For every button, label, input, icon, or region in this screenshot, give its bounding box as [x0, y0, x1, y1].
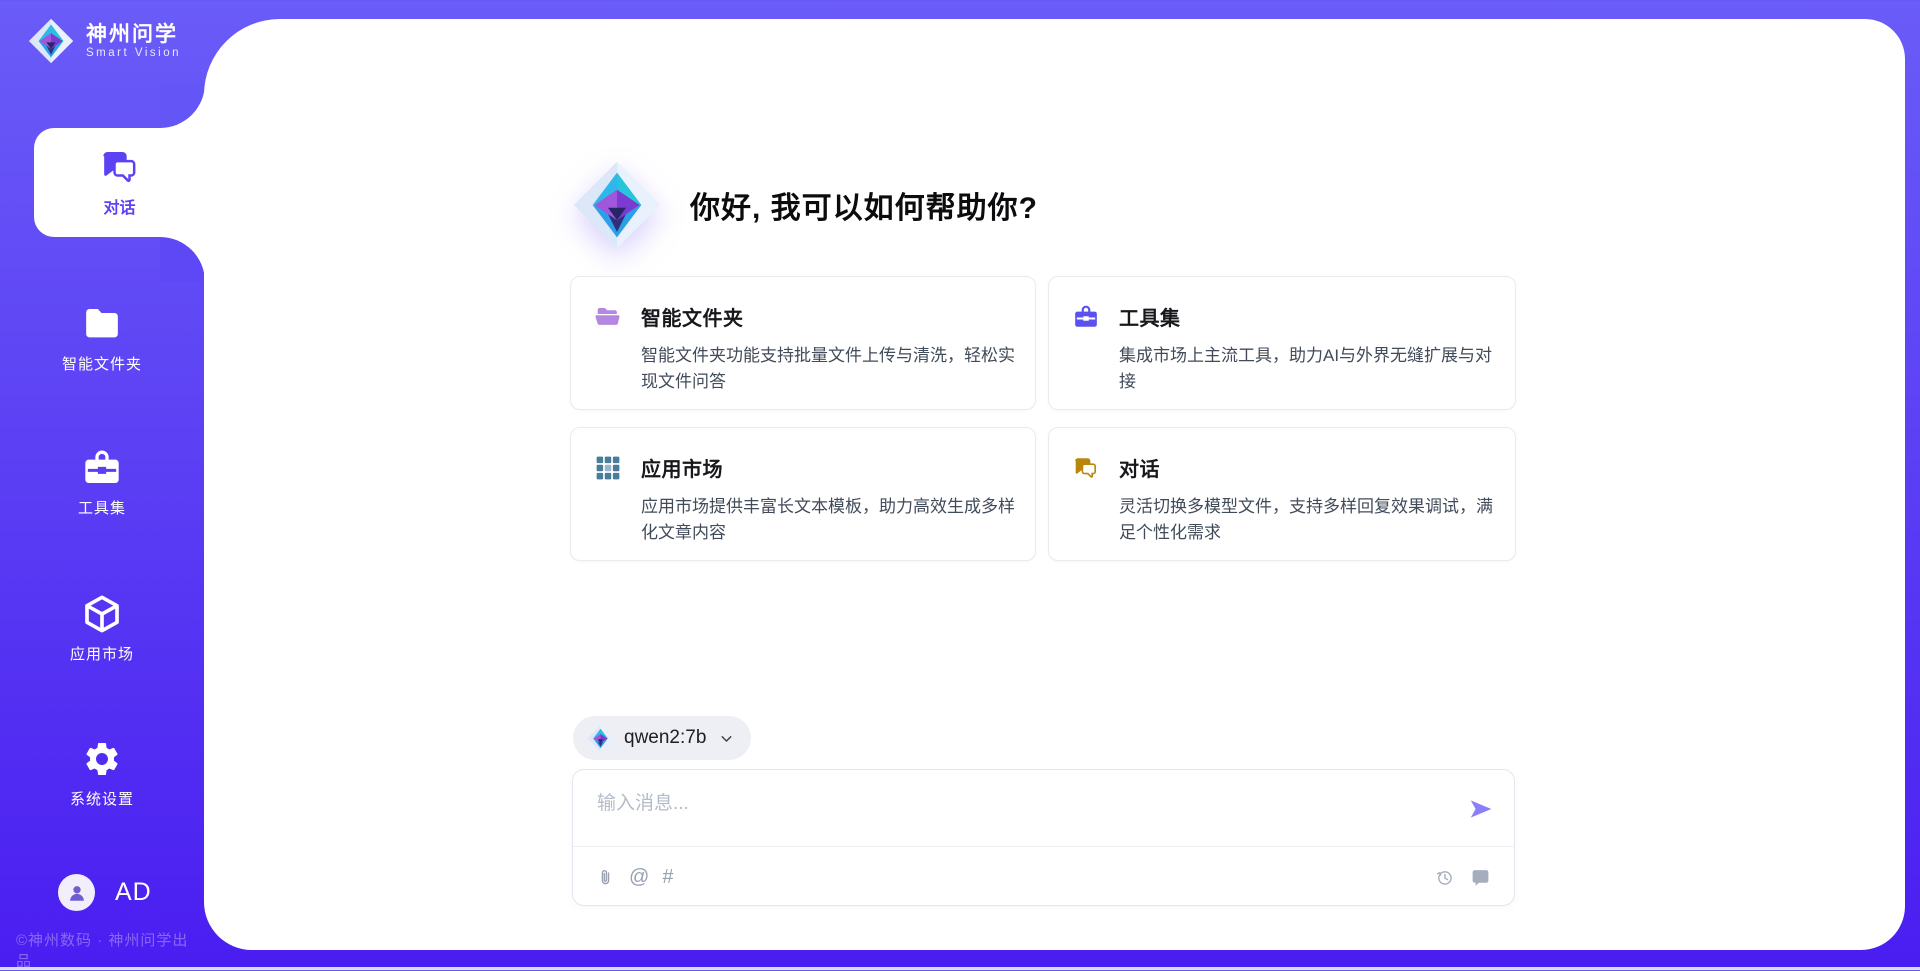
- copyright-note: ©神州数码 · 神州问学出品: [16, 929, 204, 971]
- composer-divider: [573, 846, 1514, 847]
- chevron-down-icon: [718, 730, 735, 747]
- user-initials: AD: [115, 878, 152, 907]
- card-smart-folder[interactable]: 智能文件夹 智能文件夹功能支持批量文件上传与清洗，轻松实现文件问答: [570, 276, 1036, 410]
- sidebar-item-smart-folder[interactable]: 智能文件夹: [0, 304, 204, 374]
- greeting-section: 你好, 我可以如何帮助你?: [570, 160, 1038, 250]
- hashtag-icon[interactable]: #: [662, 867, 673, 887]
- sidebar-item-chat[interactable]: 对话: [34, 128, 205, 237]
- chat-bubbles-icon: [100, 147, 140, 187]
- mention-icon[interactable]: @: [629, 867, 649, 887]
- brand-gem-logo-icon: [28, 18, 74, 64]
- card-description: 集成市场上主流工具，助力AI与外界无缝扩展与对接: [1119, 343, 1499, 396]
- message-composer: @ #: [572, 769, 1515, 906]
- avatar: [58, 874, 95, 911]
- history-icon[interactable]: [1434, 867, 1455, 888]
- toolbox-icon: [82, 448, 122, 488]
- model-selector[interactable]: qwen2:7b: [573, 716, 751, 760]
- sidebar-item-label: 系统设置: [70, 788, 134, 809]
- sidebar-item-label: 智能文件夹: [62, 353, 142, 374]
- sidebar-item-label: 工具集: [78, 497, 126, 518]
- greeting-text: 你好, 我可以如何帮助你?: [690, 183, 1038, 227]
- toolbox-icon: [1073, 304, 1099, 330]
- paperclip-icon[interactable]: [595, 867, 616, 888]
- greeting-gem-logo-icon: [570, 160, 664, 250]
- card-title: 工具集: [1119, 302, 1181, 331]
- composer-toolbar-right: [1434, 847, 1491, 907]
- sidebar-item-label: 对话: [103, 194, 135, 218]
- grid-cube-icon: [595, 455, 621, 481]
- card-title: 智能文件夹: [641, 302, 744, 331]
- folder-icon: [82, 304, 122, 344]
- gear-icon: [82, 739, 122, 779]
- model-gem-logo-icon: [587, 725, 614, 752]
- sidebar-item-app-market[interactable]: 应用市场: [0, 594, 204, 664]
- tab-connector-top: [160, 83, 205, 128]
- card-toolset[interactable]: 工具集 集成市场上主流工具，助力AI与外界无缝扩展与对接: [1048, 276, 1516, 410]
- card-app-market[interactable]: 应用市场 应用市场提供丰富长文本模板，助力高效生成多样化文章内容: [570, 427, 1036, 561]
- brand-subtitle: Smart Vision: [86, 47, 181, 59]
- brand-name: 神州问学: [86, 23, 181, 47]
- sidebar: 神州问学 Smart Vision 对话 智能文件夹 工具集 应用市场: [0, 0, 204, 970]
- message-input[interactable]: [597, 788, 1447, 840]
- chat-bubbles-icon: [1073, 455, 1099, 481]
- card-title: 对话: [1119, 453, 1160, 482]
- feedback-chat-icon[interactable]: [1470, 867, 1491, 888]
- send-icon[interactable]: [1468, 796, 1494, 822]
- card-chat[interactable]: 对话 灵活切换多模型文件，支持多样回复效果调试，满足个性化需求: [1048, 427, 1516, 561]
- open-folder-icon: [595, 304, 621, 330]
- card-description: 应用市场提供丰富长文本模板，助力高效生成多样化文章内容: [641, 494, 1019, 547]
- sidebar-item-settings[interactable]: 系统设置: [0, 739, 204, 809]
- user-chip[interactable]: AD: [58, 874, 152, 911]
- composer-toolbar-left: @ #: [595, 847, 673, 907]
- card-description: 灵活切换多模型文件，支持多样回复效果调试，满足个性化需求: [1119, 494, 1499, 547]
- sidebar-item-toolset[interactable]: 工具集: [0, 448, 204, 518]
- brand: 神州问学 Smart Vision: [28, 18, 181, 64]
- feature-cards: 智能文件夹 智能文件夹功能支持批量文件上传与清洗，轻松实现文件问答 工具集 集成…: [570, 276, 1516, 561]
- tab-connector-bottom: [160, 237, 205, 282]
- card-description: 智能文件夹功能支持批量文件上传与清洗，轻松实现文件问答: [641, 343, 1019, 396]
- model-name: qwen2:7b: [624, 727, 706, 749]
- sidebar-item-label: 应用市场: [70, 643, 134, 664]
- person-icon: [66, 882, 88, 904]
- cube-icon: [82, 594, 122, 634]
- card-title: 应用市场: [641, 453, 723, 482]
